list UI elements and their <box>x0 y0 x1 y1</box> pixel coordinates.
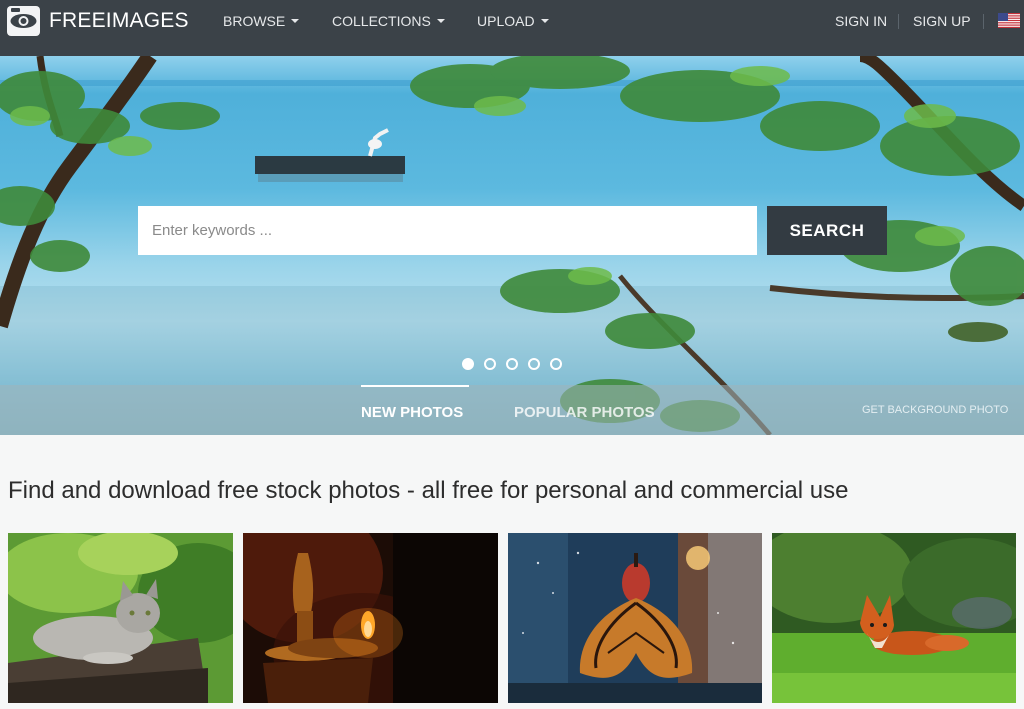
slide-dot[interactable] <box>550 358 562 370</box>
active-tab-indicator <box>361 385 469 387</box>
camera-eye-logo-icon <box>7 6 40 36</box>
tab-popular-photos[interactable]: POPULAR PHOTOS <box>514 404 655 421</box>
caret-down-icon <box>436 19 445 23</box>
photo-card[interactable] <box>772 533 1016 703</box>
brand-name: FREEIMAGES <box>49 9 189 32</box>
slide-dot[interactable] <box>528 358 540 370</box>
brand[interactable]: FREEIMAGES <box>7 6 189 36</box>
sign-up-link[interactable]: SIGN UP <box>913 13 971 29</box>
fox-photo-image <box>772 533 1016 703</box>
butterfly-dress-photo-image <box>508 533 762 703</box>
nav-browse-dropdown[interactable]: BROWSE <box>223 13 300 29</box>
photo-card[interactable] <box>243 533 498 703</box>
sign-in-link[interactable]: SIGN IN <box>835 13 887 29</box>
nav-divider <box>898 14 899 29</box>
photo-card[interactable] <box>508 533 762 703</box>
get-background-photo-link[interactable]: GET BACKGROUND PHOTO <box>862 404 1008 416</box>
top-navbar: FREEIMAGES BROWSE COLLECTIONS UPLOAD SIG… <box>0 0 1024 56</box>
search-button[interactable]: SEARCH <box>767 206 887 255</box>
oil-lamp-photo-image <box>243 533 498 703</box>
slide-indicators <box>462 358 572 370</box>
slide-dot[interactable] <box>484 358 496 370</box>
page-headline: Find and download free stock photos - al… <box>8 477 849 504</box>
nav-divider <box>983 14 984 29</box>
slide-dot[interactable] <box>462 358 474 370</box>
cat-photo-image <box>8 533 233 703</box>
nav-upload-dropdown[interactable]: UPLOAD <box>477 13 549 29</box>
nav-collections-dropdown[interactable]: COLLECTIONS <box>332 13 445 29</box>
nav-collections-label: COLLECTIONS <box>332 13 431 29</box>
caret-down-icon <box>291 19 300 23</box>
tab-new-photos[interactable]: NEW PHOTOS <box>361 404 463 421</box>
photo-card[interactable] <box>8 533 233 703</box>
hero-banner: SEARCH NEW PHOTOS POPULAR PHOTOS GET BAC… <box>0 56 1024 435</box>
us-flag-language-icon[interactable] <box>998 13 1020 28</box>
caret-down-icon <box>540 19 549 23</box>
nav-upload-label: UPLOAD <box>477 13 535 29</box>
photo-tabs-bar: NEW PHOTOS POPULAR PHOTOS GET BACKGROUND… <box>0 385 1024 435</box>
search-input[interactable] <box>138 206 757 255</box>
slide-dot[interactable] <box>506 358 518 370</box>
nav-browse-label: BROWSE <box>223 13 286 29</box>
